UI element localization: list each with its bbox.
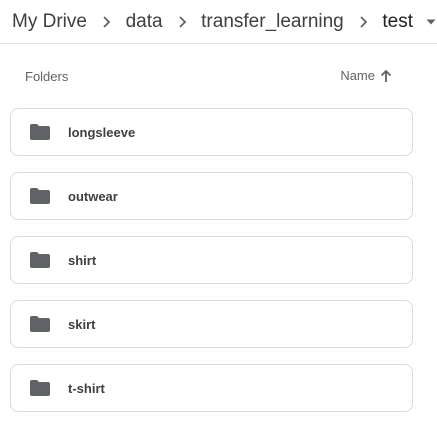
chevron-right-icon <box>344 10 383 34</box>
folders-section-label: Folders <box>25 69 69 84</box>
folder-icon <box>30 380 50 396</box>
folder-icon <box>30 316 50 332</box>
breadcrumb-my-drive[interactable]: My Drive <box>12 11 87 33</box>
breadcrumb-transfer-learning[interactable]: transfer_learning <box>201 11 344 33</box>
breadcrumb: My Drive data transfer_learning test <box>0 0 437 44</box>
folder-item-shirt[interactable]: shirt <box>10 236 413 284</box>
folder-name: skirt <box>68 316 96 332</box>
folder-item-longsleeve[interactable]: longsleeve <box>10 108 413 156</box>
folder-name: longsleeve <box>68 124 136 140</box>
chevron-right-icon <box>163 10 202 34</box>
list-header: Folders Name <box>0 62 437 90</box>
folder-icon <box>30 252 50 268</box>
folder-item-skirt[interactable]: skirt <box>10 300 413 348</box>
sort-by-name-button[interactable]: Name <box>340 68 375 83</box>
folder-item-outwear[interactable]: outwear <box>10 172 413 220</box>
breadcrumb-current-folder[interactable]: test <box>382 11 437 33</box>
folder-name: outwear <box>68 188 118 204</box>
folder-list: longsleeve outwear shirt skirt t-shirt <box>10 108 413 428</box>
arrow-up-icon[interactable] <box>377 67 395 85</box>
triangle-down-icon <box>425 16 437 28</box>
folder-icon <box>30 124 50 140</box>
breadcrumb-data[interactable]: data <box>126 11 163 33</box>
chevron-right-icon <box>87 10 126 34</box>
folder-name: t-shirt <box>68 380 105 396</box>
breadcrumb-current-label: test <box>382 10 413 32</box>
folder-name: shirt <box>68 252 97 268</box>
folder-icon <box>30 188 50 204</box>
folder-item-t-shirt[interactable]: t-shirt <box>10 364 413 412</box>
